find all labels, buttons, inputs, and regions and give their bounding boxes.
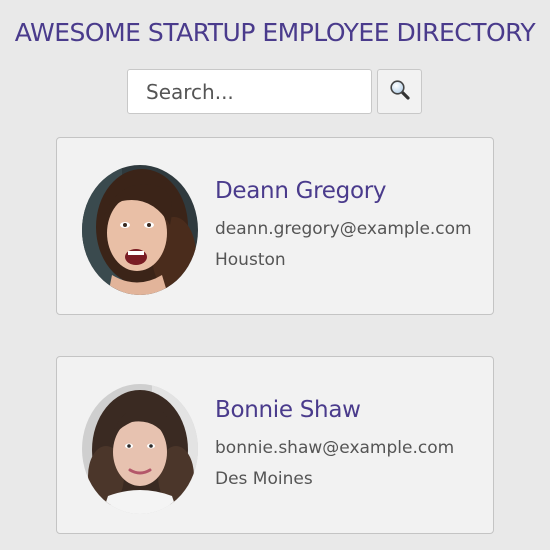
employee-email: bonnie.shaw@example.com: [215, 438, 455, 458]
employee-city: Houston: [215, 250, 286, 270]
magnifying-glass-icon: [389, 79, 411, 104]
employee-city: Des Moines: [215, 469, 313, 489]
page-title: AWESOME STARTUP EMPLOYEE DIRECTORY: [14, 18, 536, 47]
search-form: [127, 69, 422, 114]
employee-card[interactable]: Deann Gregory deann.gregory@example.com …: [56, 137, 494, 315]
search-input[interactable]: [127, 69, 372, 114]
avatar: [82, 384, 198, 514]
employee-name: Deann Gregory: [215, 178, 387, 204]
avatar: [82, 165, 198, 295]
search-button[interactable]: [377, 69, 422, 114]
employee-email: deann.gregory@example.com: [215, 219, 472, 239]
employee-card[interactable]: Bonnie Shaw bonnie.shaw@example.com Des …: [56, 356, 494, 534]
employee-name: Bonnie Shaw: [215, 397, 361, 423]
